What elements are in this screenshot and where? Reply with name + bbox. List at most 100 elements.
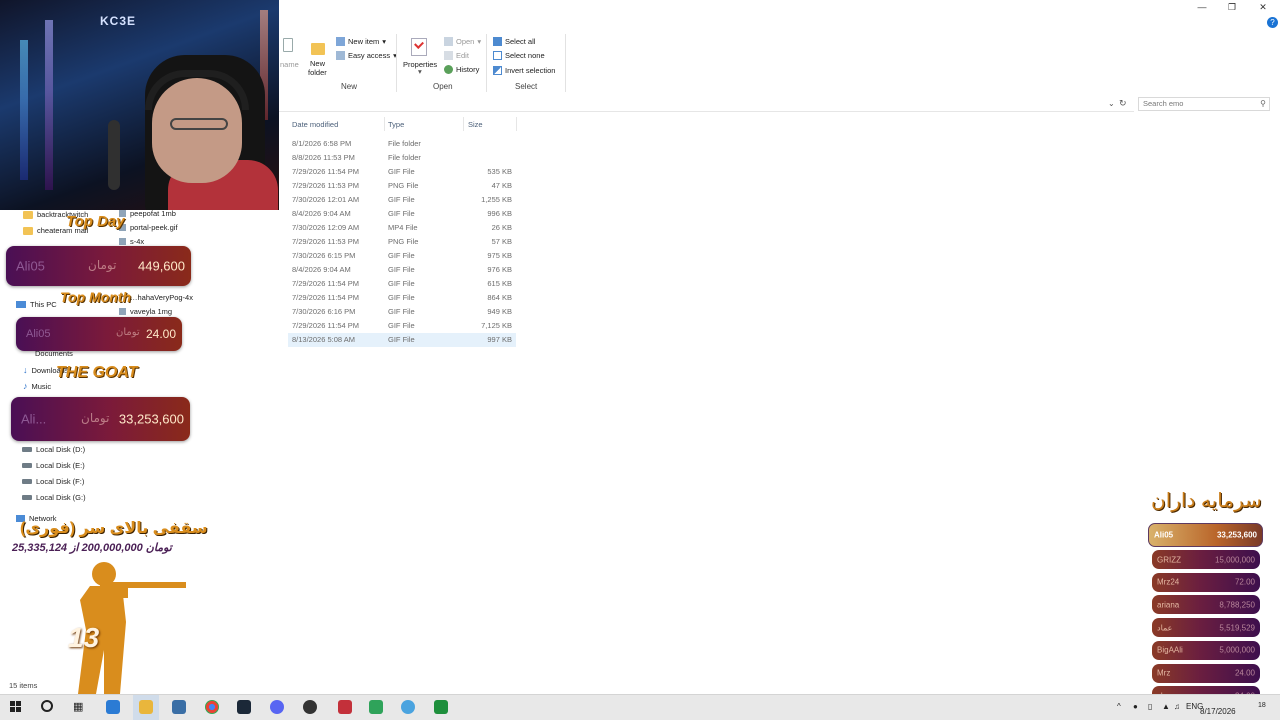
leaderboard-value: 72.00 <box>1234 577 1255 587</box>
new-item-button[interactable]: New item ▾ <box>336 37 386 46</box>
clock-date[interactable]: 8/17/2026 <box>1200 707 1236 716</box>
file-row[interactable]: 7/29/2026 11:53 PM PNG File 47 KB <box>288 179 516 193</box>
edge-icon[interactable] <box>106 700 120 714</box>
leaderboard-value: 15,000,000 <box>1214 555 1255 564</box>
column-divider[interactable] <box>516 117 517 131</box>
file-row[interactable]: 7/30/2026 6:16 PM GIF File 949 KB <box>288 305 516 319</box>
file-row[interactable]: 8/4/2026 9:04 AM GIF File 976 KB <box>288 263 516 277</box>
address-bar[interactable] <box>279 96 1134 112</box>
top-month-currency: تومان <box>116 327 140 338</box>
file-row[interactable]: 8/8/2026 11:53 PM File folder <box>288 151 516 165</box>
tray-chevron-icon[interactable]: ^ <box>1117 702 1121 711</box>
leaderboard-value: 33,253,600 <box>1216 530 1257 540</box>
chevron-down-icon[interactable]: ⌄ <box>1108 99 1115 108</box>
file-name[interactable]: s-4x <box>119 237 144 246</box>
leaderboard-entry: عماد 5,519,529 <box>1152 618 1260 638</box>
file-size: 975 KB <box>487 251 512 260</box>
invert-selection-button[interactable]: Invert selection <box>493 66 555 75</box>
app-icon[interactable] <box>369 700 383 714</box>
file-row[interactable]: 8/4/2026 9:04 AM GIF File 996 KB <box>288 207 516 221</box>
minimize-button[interactable]: — <box>1187 0 1217 14</box>
refresh-icon[interactable]: ↻ <box>1119 98 1127 109</box>
file-date: 7/29/2026 11:54 PM <box>292 293 359 302</box>
leaderboard-name: Ali05 <box>1154 530 1174 540</box>
windows-start-icon[interactable] <box>10 701 22 713</box>
goat-label: THE GOAT <box>56 364 138 381</box>
app-icon[interactable] <box>401 700 415 714</box>
ribbon-truncated-label[interactable]: name <box>280 60 299 69</box>
goal-number: 13 <box>68 622 100 653</box>
goat-value: 33,253,600 <box>118 411 184 427</box>
select-all-label: Select all <box>505 37 536 46</box>
file-row[interactable]: 7/30/2026 12:09 AM MP4 File 26 KB <box>288 221 516 235</box>
history-label: History <box>456 65 480 74</box>
app-icon[interactable] <box>338 700 352 714</box>
file-name[interactable]: peepofat 1mb <box>119 209 176 218</box>
search-input[interactable]: Search emo ⚲ <box>1138 97 1270 111</box>
volume-icon[interactable]: ♫ <box>1174 702 1180 711</box>
file-explorer-icon[interactable] <box>139 700 153 714</box>
help-icon[interactable]: ? <box>1267 17 1278 28</box>
select-all-button[interactable]: Select all <box>493 37 535 46</box>
file-row[interactable]: 8/13/2026 5:08 AM GIF File 997 KB <box>288 333 516 347</box>
obs-icon[interactable] <box>303 700 317 714</box>
microphone-icon[interactable]: ● <box>1133 702 1138 711</box>
task-view-icon[interactable]: ▦ <box>73 700 83 713</box>
nav-item-this-pc[interactable]: This PC <box>16 300 57 309</box>
file-row[interactable]: 7/29/2026 11:53 PM PNG File 57 KB <box>288 235 516 249</box>
properties-icon[interactable] <box>411 38 427 56</box>
select-none-button[interactable]: Select none <box>493 51 545 60</box>
chrome-icon[interactable] <box>205 700 219 714</box>
new-folder-button[interactable] <box>311 40 326 57</box>
file-row[interactable]: 7/30/2026 6:15 PM GIF File 975 KB <box>288 249 516 263</box>
nav-item-music[interactable]: ♪ Music <box>23 381 51 391</box>
new-folder-label-2: folder <box>308 68 327 77</box>
file-type: File folder <box>388 153 421 162</box>
file-row[interactable]: 7/29/2026 11:54 PM GIF File 864 KB <box>288 291 516 305</box>
search-icon[interactable] <box>41 700 53 712</box>
history-button[interactable]: History <box>444 65 479 74</box>
file-row[interactable]: 8/1/2026 6:58 PM File folder <box>288 137 516 151</box>
app-icon[interactable] <box>434 700 448 714</box>
file-name[interactable]: vaveyla 1mg <box>119 307 172 316</box>
column-header-type[interactable]: Type <box>388 120 404 129</box>
store-icon[interactable] <box>172 700 186 714</box>
file-row[interactable]: 7/29/2026 11:54 PM GIF File 7,125 KB <box>288 319 516 333</box>
file-name-label: vaveyla 1mg <box>130 307 173 316</box>
ribbon-divider <box>565 34 566 92</box>
nav-item-disk-e[interactable]: Local Disk (E:) <box>22 461 85 470</box>
file-row[interactable]: 7/29/2026 11:54 PM GIF File 615 KB <box>288 277 516 291</box>
notification-count[interactable]: 18 <box>1258 702 1266 709</box>
battery-icon[interactable]: ▯ <box>1148 702 1152 711</box>
file-row[interactable]: 7/30/2026 12:01 AM GIF File 1,255 KB <box>288 193 516 207</box>
nav-item-disk-f[interactable]: Local Disk (F:) <box>22 477 84 486</box>
close-button[interactable]: ✕ <box>1248 0 1278 14</box>
open-button[interactable]: Open ▾ <box>444 37 481 46</box>
nav-item-disk-g[interactable]: Local Disk (G:) <box>22 493 86 502</box>
network-tray-icon[interactable]: ▲ <box>1162 702 1170 711</box>
nav-item-disk-d[interactable]: Local Disk (D:) <box>22 445 85 454</box>
file-row[interactable]: 7/29/2026 11:54 PM GIF File 535 KB <box>288 165 516 179</box>
leaderboard-value: 5,519,529 <box>1219 623 1255 633</box>
edit-button[interactable]: Edit <box>444 51 469 60</box>
file-name[interactable]: portal-peek.gif <box>119 223 178 232</box>
check-icon <box>414 39 424 49</box>
disk-icon <box>22 495 32 500</box>
file-name[interactable]: …hahaVeryPog-4x <box>130 293 193 302</box>
easy-access-button[interactable]: Easy access ▾ <box>336 51 397 60</box>
nav-item-label: Local Disk (G:) <box>36 493 86 502</box>
discord-icon[interactable] <box>270 700 284 714</box>
file-type: GIF File <box>388 335 415 344</box>
column-divider[interactable] <box>384 117 385 131</box>
file-type: PNG File <box>388 237 419 246</box>
column-divider[interactable] <box>463 117 464 131</box>
column-header-date[interactable]: Date modified <box>292 120 338 129</box>
select-none-label: Select none <box>505 51 545 60</box>
windows-logo <box>10 701 22 712</box>
column-header-size[interactable]: Size <box>468 120 483 129</box>
restore-button[interactable]: ❐ <box>1217 0 1247 14</box>
leaderboard-name: BigAAli <box>1157 645 1183 655</box>
file-type: GIF File <box>388 279 415 288</box>
chevron-down-icon[interactable]: ▾ <box>418 67 422 76</box>
steam-icon[interactable] <box>237 700 251 714</box>
